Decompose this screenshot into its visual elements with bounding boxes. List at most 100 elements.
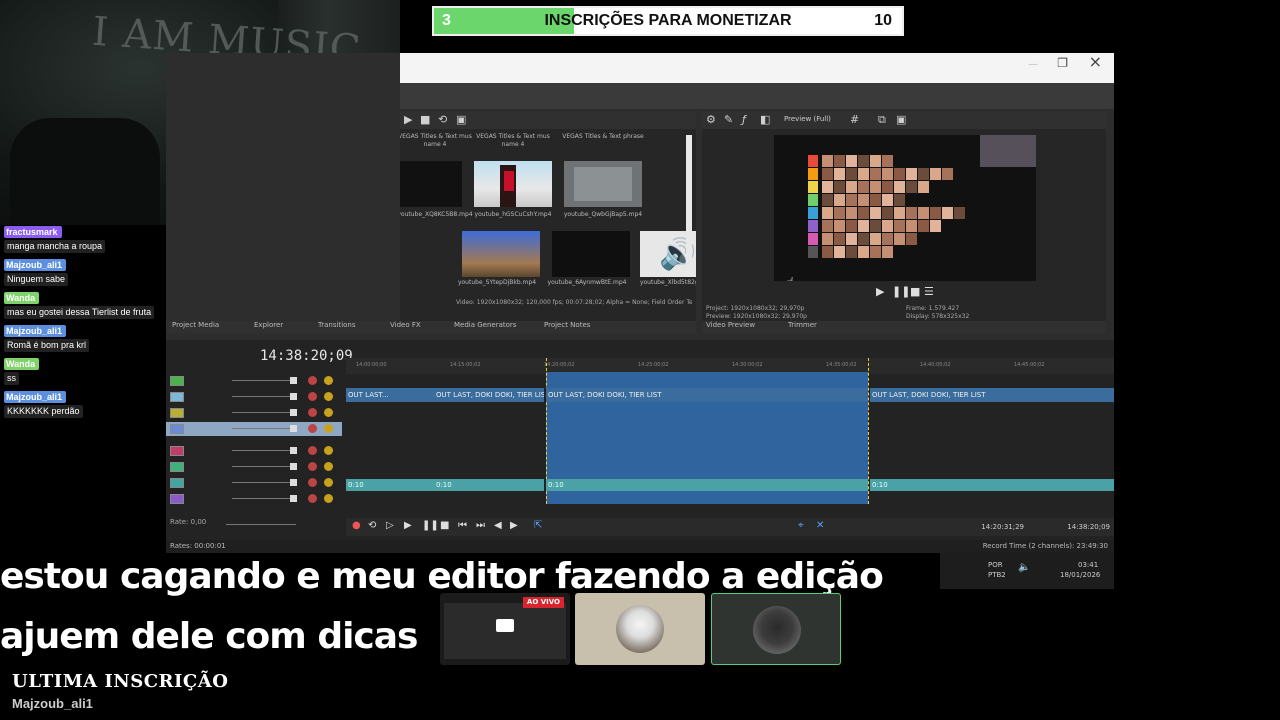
mute-icon[interactable] [308, 376, 317, 385]
mute-icon[interactable] [308, 446, 317, 455]
preview-menu-icon[interactable]: ☰ [924, 285, 934, 298]
tab-explorer[interactable]: Explorer [254, 321, 283, 333]
preview-quality-dropdown[interactable]: Preview (Full) [784, 115, 831, 123]
tab-video-preview[interactable]: Video Preview [706, 321, 755, 333]
loop-icon[interactable]: ⟲ [438, 113, 447, 126]
media-thumb-1[interactable] [400, 161, 462, 207]
media-thumb-2[interactable] [474, 161, 552, 207]
solo-icon[interactable] [324, 424, 333, 433]
media-thumb-3[interactable] [564, 161, 642, 207]
pause-icon[interactable]: ❚❚ [422, 520, 439, 531]
track-level-slider[interactable] [232, 466, 292, 467]
next-frame-icon[interactable]: ▶ [510, 520, 518, 531]
gear-icon[interactable]: ⚙ [706, 113, 716, 126]
slider-knob[interactable] [290, 479, 297, 486]
close-icon[interactable]: × [1089, 53, 1102, 83]
track-level-slider[interactable] [232, 482, 292, 483]
track-level-slider[interactable] [232, 498, 292, 499]
track-level-slider[interactable] [232, 396, 292, 397]
split-icon[interactable]: ◧ [760, 113, 770, 126]
stop-icon[interactable]: ■ [420, 113, 430, 126]
record-icon[interactable]: ● [352, 520, 361, 531]
solo-icon[interactable] [324, 462, 333, 471]
preview-frame[interactable]: ☝ [774, 135, 1036, 281]
slider-knob[interactable] [290, 377, 297, 384]
slider-knob[interactable] [290, 447, 297, 454]
solo-icon[interactable] [324, 478, 333, 487]
preview-play-icon[interactable]: ▶ [876, 285, 884, 298]
play-icon[interactable]: ▶ [404, 520, 412, 531]
track-header[interactable] [166, 476, 342, 490]
audio-clip-4[interactable]: 0:10 [870, 479, 1114, 491]
play-from-start-icon[interactable]: ▷ [386, 520, 394, 531]
track-header[interactable] [166, 374, 342, 388]
copy-icon[interactable]: ⧉ [878, 113, 886, 127]
edit-tool-icon[interactable]: ⇱ [534, 520, 542, 531]
play-icon[interactable]: ▶ [404, 113, 412, 126]
track-header[interactable] [166, 444, 342, 458]
mute-icon[interactable] [308, 392, 317, 401]
solo-icon[interactable] [324, 446, 333, 455]
mute-icon[interactable] [308, 494, 317, 503]
tab-media-generators[interactable]: Media Generators [454, 321, 516, 333]
go-to-start-icon[interactable]: ⏮ [458, 520, 467, 531]
track-header[interactable] [166, 460, 342, 474]
selection-end-marker[interactable] [868, 358, 869, 504]
maximize-icon[interactable]: ❐ [1057, 55, 1068, 85]
edit-icon[interactable]: ✎ [724, 113, 733, 126]
video-clip-1[interactable]: OUT LAST... [346, 388, 434, 402]
rate-slider[interactable] [226, 524, 296, 525]
participant-tile-1[interactable] [575, 593, 705, 665]
media-thumb-5[interactable] [552, 231, 630, 277]
track-header[interactable] [166, 422, 342, 436]
video-clip-4[interactable]: OUT LAST, DOKI DOKI, TIER LIST [870, 388, 1114, 402]
tab-project-media[interactable]: Project Media [172, 321, 219, 333]
track-level-slider[interactable] [232, 380, 292, 381]
media-scrollbar[interactable] [686, 135, 692, 275]
fx-icon[interactable]: ƒ [742, 113, 746, 126]
slider-knob[interactable] [290, 425, 297, 432]
mute-icon[interactable] [308, 462, 317, 471]
track-level-slider[interactable] [232, 450, 292, 451]
video-clip-3[interactable]: OUT LAST, DOKI DOKI, TIER LIST [546, 388, 868, 402]
track-level-slider[interactable] [232, 428, 292, 429]
track-level-slider[interactable] [232, 412, 292, 413]
mute-icon[interactable] [308, 478, 317, 487]
loop-playback-icon[interactable]: ⟲ [368, 520, 376, 531]
slider-knob[interactable] [290, 495, 297, 502]
slider-knob[interactable] [290, 393, 297, 400]
tab-video-fx[interactable]: Video FX [390, 321, 421, 333]
slider-knob[interactable] [290, 409, 297, 416]
slider-knob[interactable] [290, 463, 297, 470]
prev-frame-icon[interactable]: ◀ [494, 520, 502, 531]
preview-stop-icon[interactable]: ■ [910, 285, 920, 298]
solo-icon[interactable] [324, 376, 333, 385]
save-icon[interactable]: ▣ [456, 113, 466, 126]
audio-clip-2[interactable]: 0:10 [434, 479, 544, 491]
tab-trimmer[interactable]: Trimmer [788, 321, 817, 333]
snapping-icon[interactable]: ⌖ [798, 520, 804, 531]
solo-icon[interactable] [324, 408, 333, 417]
video-clip-2[interactable]: OUT LAST, DOKI DOKI, TIER LIST [434, 388, 544, 402]
grid-icon[interactable]: # [850, 113, 859, 126]
mute-icon[interactable] [308, 408, 317, 417]
participant-tile-2[interactable] [711, 593, 841, 665]
solo-icon[interactable] [324, 392, 333, 401]
audio-clip-1[interactable]: 0:10 [346, 479, 434, 491]
track-header[interactable] [166, 406, 342, 420]
track-header[interactable] [166, 390, 342, 404]
preview-pause-icon[interactable]: ❚❚ [892, 285, 910, 298]
media-thumb-4[interactable] [462, 231, 540, 277]
volume-icon[interactable]: 🔈 [1018, 563, 1030, 573]
solo-icon[interactable] [324, 494, 333, 503]
go-to-end-icon[interactable]: ⏭ [476, 520, 485, 531]
auto-ripple-icon[interactable]: ✕ [816, 520, 824, 531]
audio-clip-3[interactable]: 0:10 [546, 479, 868, 491]
screen-share-tile[interactable]: AO VIVO [440, 593, 570, 665]
track-header[interactable] [166, 492, 342, 506]
stop-icon[interactable]: ■ [440, 520, 449, 531]
save-snapshot-icon[interactable]: ▣ [896, 113, 906, 126]
tab-project-notes[interactable]: Project Notes [544, 321, 590, 333]
tab-transitions[interactable]: Transitions [318, 321, 356, 333]
mute-icon[interactable] [308, 424, 317, 433]
